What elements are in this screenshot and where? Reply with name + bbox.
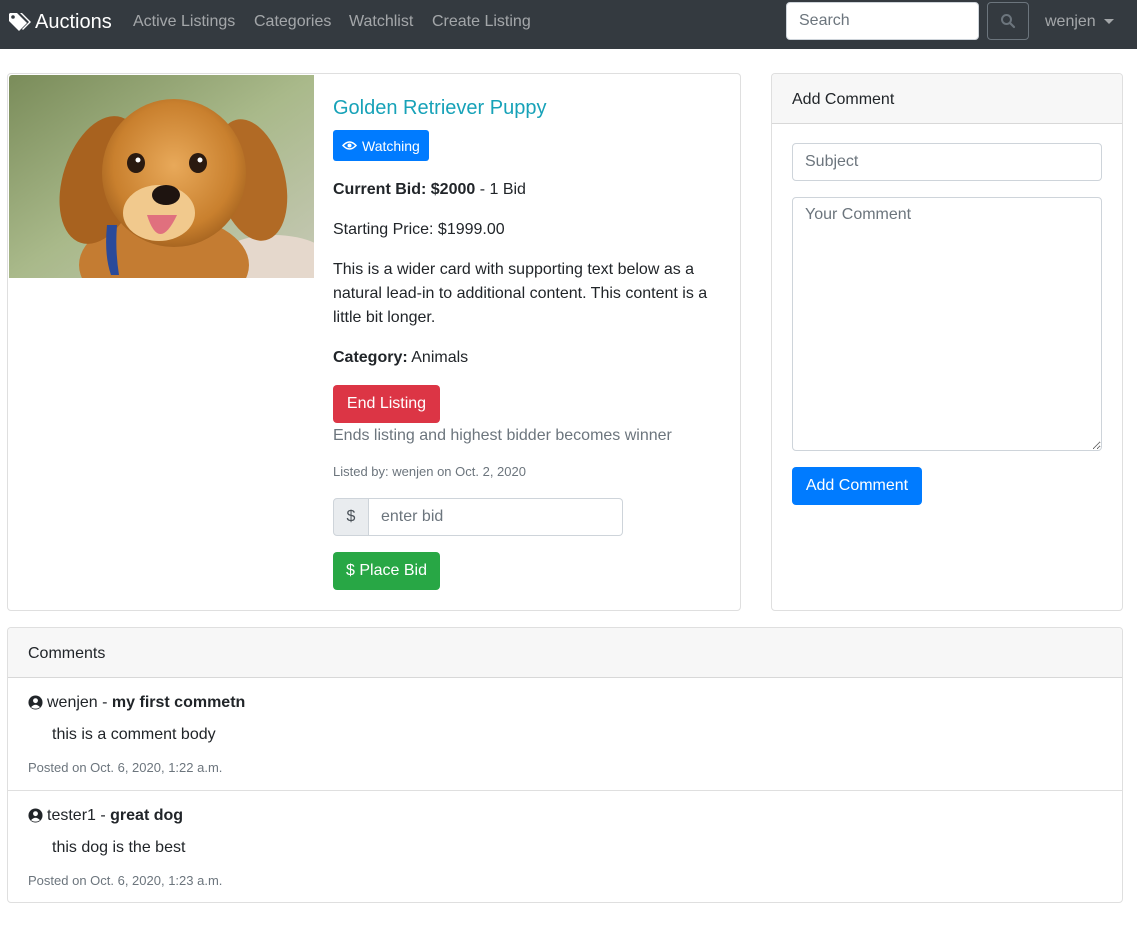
- listing-card: Golden Retriever Puppy Watching Current …: [7, 73, 741, 611]
- search-button[interactable]: [987, 2, 1029, 40]
- bid-input[interactable]: [369, 498, 623, 536]
- listing-description: This is a wider card with supporting tex…: [333, 261, 708, 326]
- comments-card: Comments wenjen - my first commetn this …: [7, 627, 1123, 903]
- dollar-prefix: $: [333, 498, 369, 536]
- listing-image: [9, 75, 314, 278]
- comment-body: this dog is the best: [52, 839, 186, 856]
- comment-separator: -: [97, 694, 112, 711]
- brand-link[interactable]: Auctions: [8, 8, 112, 36]
- end-listing-button[interactable]: End Listing: [333, 385, 440, 423]
- brand-text: Auctions: [35, 10, 112, 33]
- comments-header: Comments: [8, 628, 1122, 678]
- current-bid: Current Bid: $2000 - 1 Bid: [333, 178, 526, 202]
- nav-categories[interactable]: Categories: [254, 12, 331, 31]
- search-input[interactable]: [786, 2, 979, 40]
- watching-label: Watching: [362, 137, 420, 154]
- add-comment-button[interactable]: Add Comment: [792, 467, 922, 505]
- subject-input[interactable]: [792, 143, 1102, 181]
- add-comment-card: Add Comment Add Comment: [771, 73, 1123, 611]
- comment-author: tester1: [47, 807, 96, 824]
- comment-date: Posted on Oct. 6, 2020, 1:23 a.m.: [28, 873, 223, 888]
- user-dropdown[interactable]: wenjen: [1045, 12, 1114, 31]
- comment-date: Posted on Oct. 6, 2020, 1:22 a.m.: [28, 760, 223, 775]
- eye-icon: [342, 141, 357, 150]
- comment-separator: -: [95, 807, 111, 824]
- starting-price: Starting Price: $1999.00: [333, 221, 505, 238]
- nav-create-listing[interactable]: Create Listing: [432, 12, 531, 31]
- comment-item: tester1 - great dog this dog is the best…: [8, 790, 1122, 903]
- bid-input-group: $: [333, 498, 623, 536]
- chevron-down-icon: [1103, 19, 1114, 24]
- comment-header: wenjen - my first commetn: [28, 693, 245, 712]
- comment-subject: great dog: [110, 807, 184, 824]
- category-label: Category:: [333, 349, 408, 366]
- comment-body: this is a comment body: [52, 726, 216, 743]
- comment-header: tester1 - great dog: [28, 806, 183, 825]
- comment-author: wenjen: [47, 694, 98, 711]
- listed-by: Listed by: wenjen on Oct. 2, 2020: [333, 464, 526, 479]
- tags-icon: [9, 13, 31, 31]
- search-icon: [1001, 14, 1016, 29]
- listing-title[interactable]: Golden Retriever Puppy: [333, 96, 546, 120]
- username: wenjen: [1045, 13, 1096, 30]
- category: Category: Animals: [333, 346, 468, 370]
- watching-button[interactable]: Watching: [333, 130, 429, 161]
- place-bid-button[interactable]: $ Place Bid: [333, 552, 440, 590]
- comment-item: wenjen - my first commetn this is a comm…: [8, 678, 1122, 791]
- category-value: Animals: [407, 349, 469, 366]
- user-circle-icon: [28, 695, 43, 710]
- comment-textarea[interactable]: [792, 197, 1102, 451]
- user-circle-icon: [28, 808, 43, 823]
- bid-count: - 1 Bid: [475, 181, 526, 198]
- comment-subject: my first commetn: [111, 694, 246, 711]
- nav-active-listings[interactable]: Active Listings: [133, 12, 235, 31]
- puppy-photo: [9, 75, 314, 278]
- navbar: Auctions Active Listings Categories Watc…: [0, 0, 1137, 49]
- add-comment-header: Add Comment: [772, 74, 1122, 124]
- current-bid-label: Current Bid: $2000: [333, 181, 476, 198]
- nav-watchlist[interactable]: Watchlist: [349, 12, 413, 31]
- end-listing-help-text: Ends listing and highest bidder becomes …: [333, 427, 672, 444]
